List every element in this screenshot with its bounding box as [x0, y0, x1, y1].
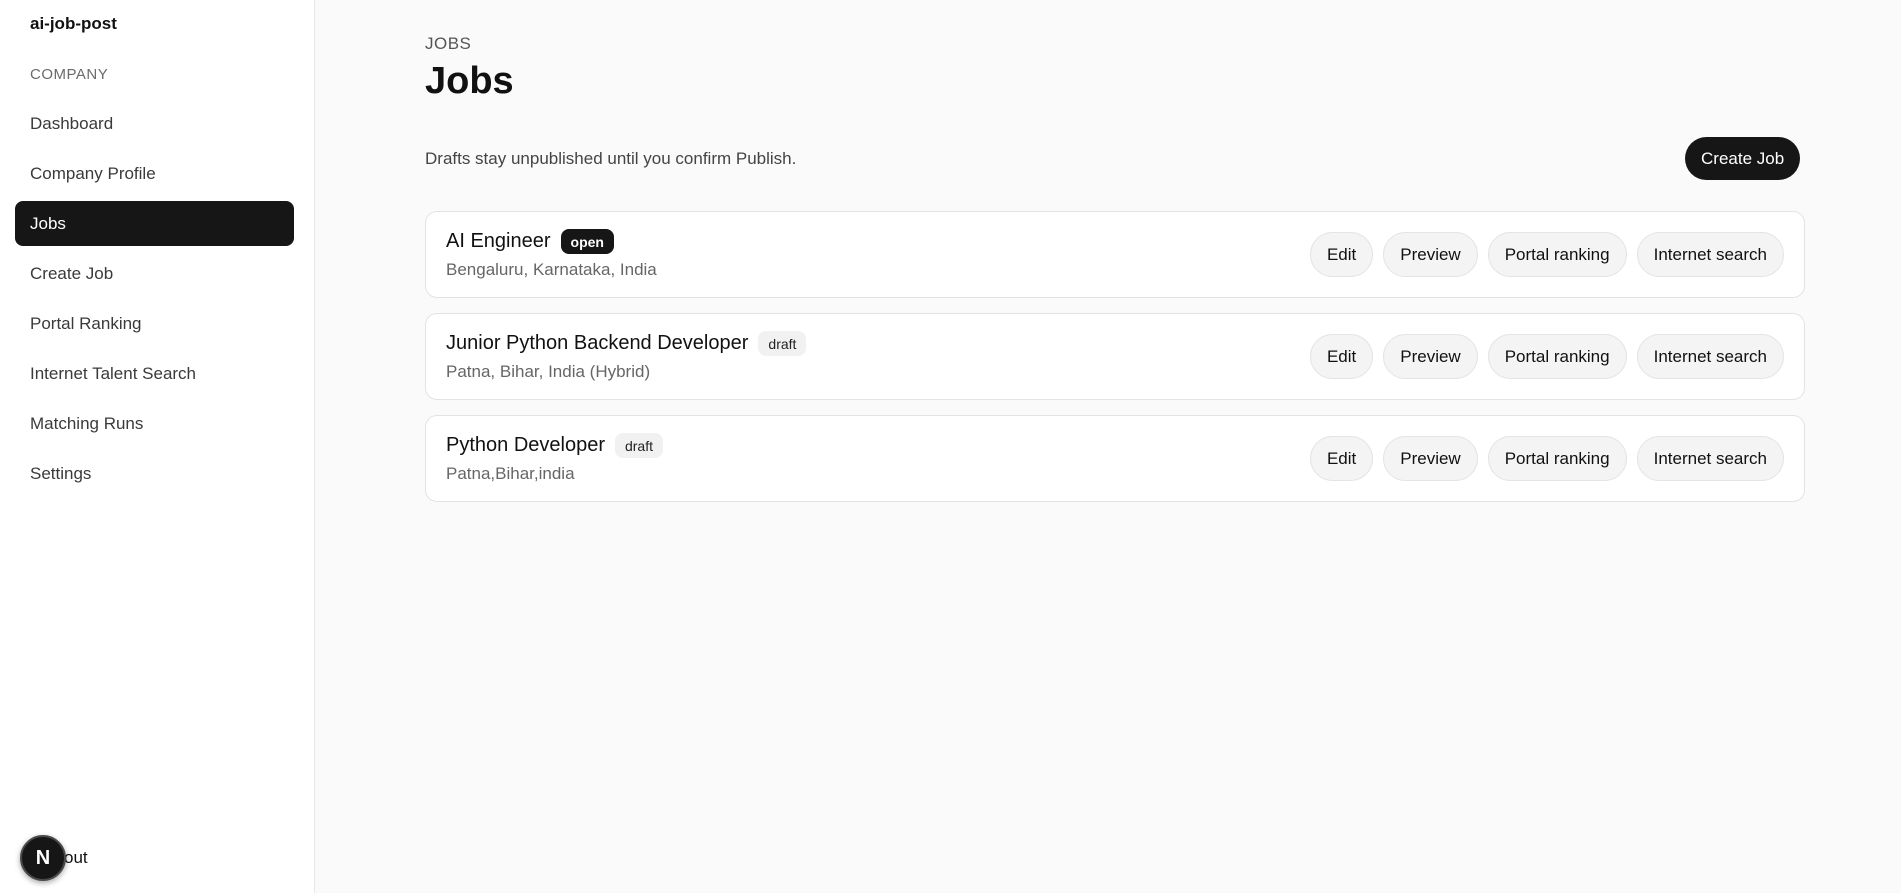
sidebar-item-matching-runs[interactable]: Matching Runs — [15, 401, 294, 446]
job-location: Patna,Bihar,india — [446, 464, 575, 483]
status-badge: open — [560, 229, 614, 254]
sidebar: ai-job-post COMPANY Dashboard Company Pr… — [0, 0, 315, 893]
job-info: Junior Python Backend Developer draft Pa… — [446, 331, 807, 382]
sidebar-section-label: COMPANY — [30, 66, 109, 83]
job-title: Junior Python Backend Developer — [446, 332, 749, 354]
job-actions: Edit Preview Portal ranking Internet sea… — [1309, 334, 1784, 379]
sidebar-item-internet-talent-search[interactable]: Internet Talent Search — [15, 351, 294, 396]
job-location: Bengaluru, Karnataka, India — [446, 260, 657, 279]
job-info: AI Engineer open Bengaluru, Karnataka, I… — [446, 229, 657, 280]
job-location: Patna, Bihar, India (Hybrid) — [446, 362, 651, 381]
job-card: AI Engineer open Bengaluru, Karnataka, I… — [425, 211, 1805, 298]
brand-name: ai-job-post — [30, 14, 117, 33]
sidebar-item-company-profile[interactable]: Company Profile — [15, 151, 294, 196]
portal-ranking-button[interactable]: Portal ranking — [1487, 436, 1627, 481]
job-card: Python Developer draft Patna,Bihar,india… — [425, 415, 1805, 502]
logout-button[interactable]: N out — [20, 835, 88, 881]
job-actions: Edit Preview Portal ranking Internet sea… — [1309, 232, 1784, 277]
logout-label: out — [64, 848, 88, 867]
job-card: Junior Python Backend Developer draft Pa… — [425, 313, 1805, 400]
sidebar-item-dashboard[interactable]: Dashboard — [15, 101, 294, 146]
internet-search-button[interactable]: Internet search — [1636, 436, 1784, 481]
breadcrumb: JOBS — [425, 34, 472, 53]
sidebar-item-create-job[interactable]: Create Job — [15, 251, 294, 296]
page-subtitle: Drafts stay unpublished until you confir… — [425, 149, 797, 168]
sidebar-item-settings[interactable]: Settings — [15, 451, 294, 496]
preview-button[interactable]: Preview — [1383, 232, 1478, 277]
dev-tools-badge[interactable]: N — [20, 835, 66, 881]
portal-ranking-button[interactable]: Portal ranking — [1487, 334, 1627, 379]
edit-button[interactable]: Edit — [1309, 232, 1374, 277]
job-title-row: AI Engineer open — [446, 229, 657, 254]
job-list: AI Engineer open Bengaluru, Karnataka, I… — [425, 211, 1805, 517]
job-actions: Edit Preview Portal ranking Internet sea… — [1309, 436, 1784, 481]
badge-letter: N — [35, 846, 51, 869]
job-title: Python Developer — [446, 434, 605, 456]
app: ai-job-post COMPANY Dashboard Company Pr… — [0, 0, 1901, 893]
edit-button[interactable]: Edit — [1309, 436, 1374, 481]
job-info: Python Developer draft Patna,Bihar,india — [446, 433, 663, 484]
edit-button[interactable]: Edit — [1309, 334, 1374, 379]
main-content: JOBS Jobs Drafts stay unpublished until … — [315, 0, 1901, 893]
preview-button[interactable]: Preview — [1383, 436, 1478, 481]
sidebar-item-portal-ranking[interactable]: Portal Ranking — [15, 301, 294, 346]
job-title-row: Junior Python Backend Developer draft — [446, 331, 807, 356]
status-badge: draft — [614, 433, 663, 458]
job-title: AI Engineer — [446, 230, 551, 252]
portal-ranking-button[interactable]: Portal ranking — [1487, 232, 1627, 277]
create-job-button[interactable]: Create Job — [1685, 137, 1801, 180]
internet-search-button[interactable]: Internet search — [1636, 334, 1784, 379]
job-title-row: Python Developer draft — [446, 433, 663, 458]
sidebar-item-jobs[interactable]: Jobs — [15, 201, 294, 246]
status-badge: draft — [758, 331, 807, 356]
page-title: Jobs — [425, 60, 514, 102]
sidebar-nav: Dashboard Company Profile Jobs Create Jo… — [15, 101, 294, 501]
preview-button[interactable]: Preview — [1383, 334, 1478, 379]
internet-search-button[interactable]: Internet search — [1636, 232, 1784, 277]
